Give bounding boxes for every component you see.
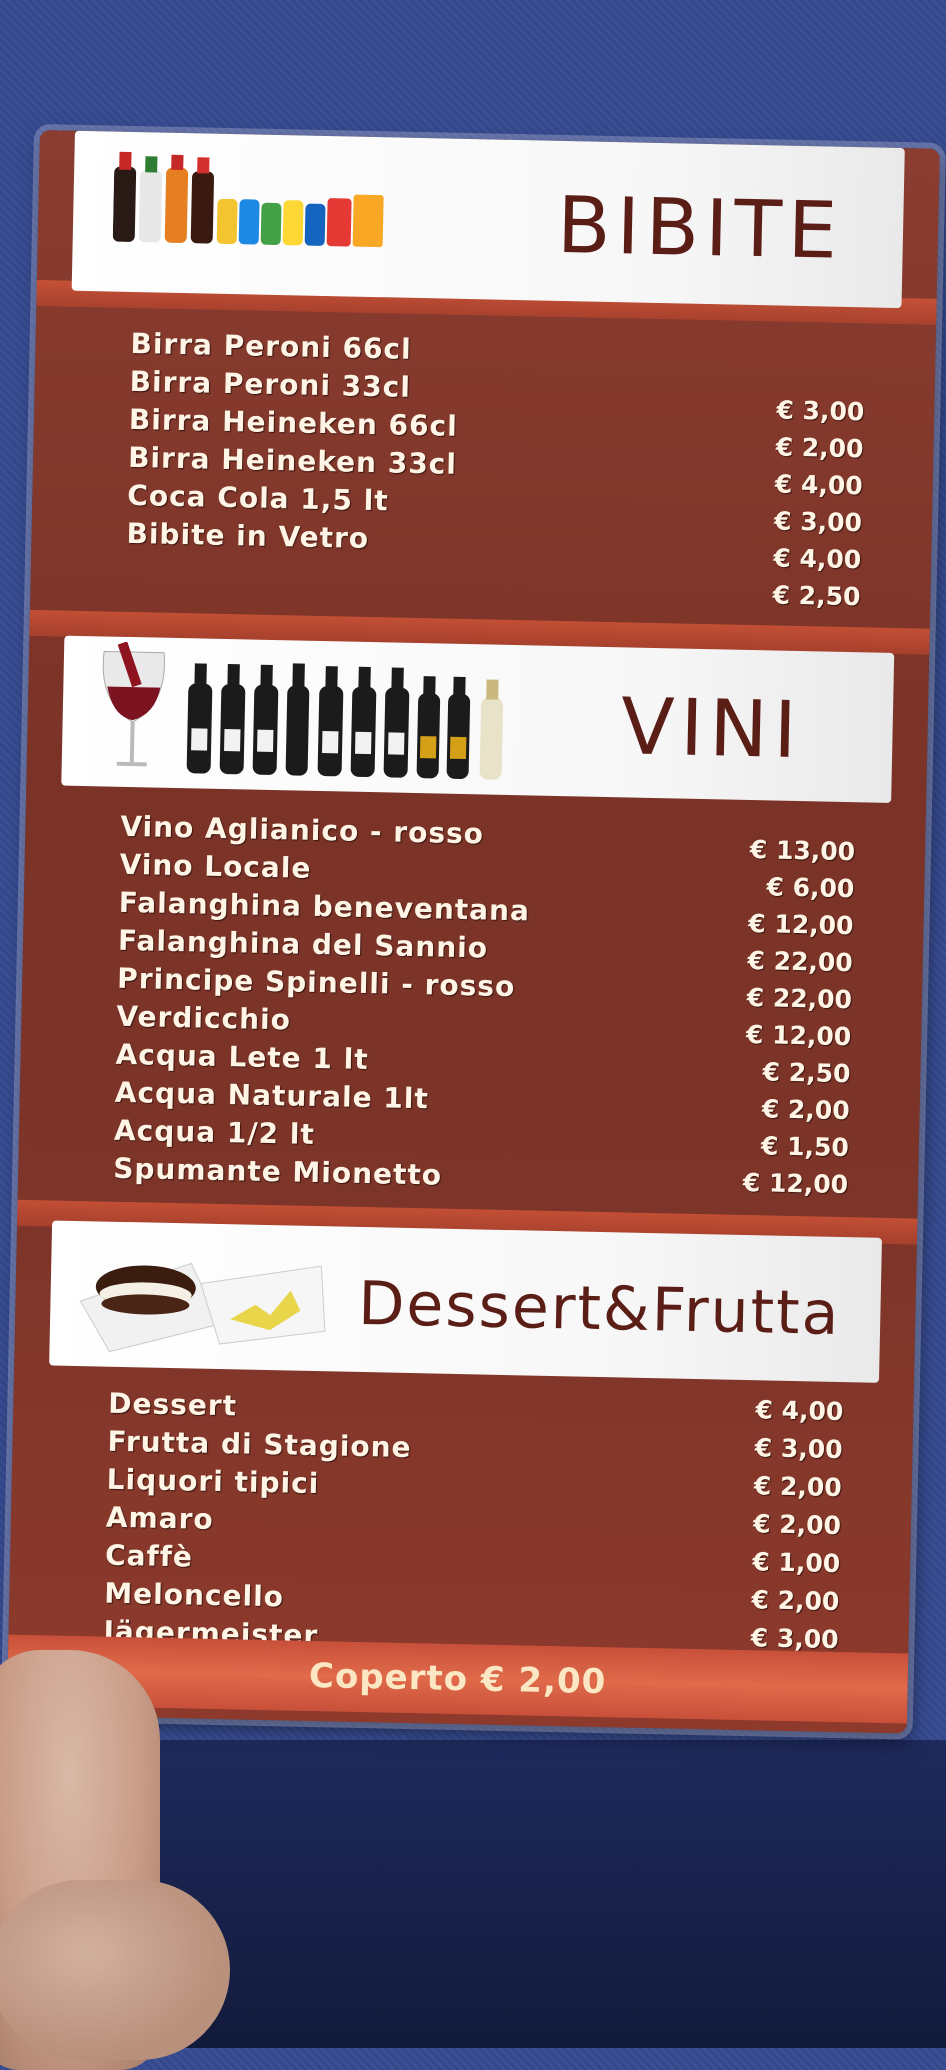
menu-item-price: € 2,50 bbox=[762, 1057, 851, 1089]
menu-item-name: Amaro bbox=[105, 1500, 215, 1536]
menu-item-name: Liquori tipici bbox=[106, 1462, 320, 1501]
section-header-bibite: BIBITE bbox=[71, 130, 905, 309]
menu-item-name: Dessert bbox=[108, 1386, 238, 1423]
menu-item-price: € 22,00 bbox=[746, 982, 853, 1015]
menu-item-price: € 2,50 bbox=[772, 580, 861, 612]
section-title-bibite: BIBITE bbox=[556, 180, 844, 277]
bibite-list: Birra Peroni 66cl Birra Peroni 33cl Birr… bbox=[126, 327, 866, 611]
menu-item-name: Birra Peroni 66cl bbox=[130, 326, 413, 366]
menu-item-price: € 3,00 bbox=[750, 1623, 839, 1655]
menu-item-price: € 4,00 bbox=[774, 469, 864, 501]
menu-item-price: € 2,00 bbox=[753, 1471, 843, 1503]
section-header-vini: VINI bbox=[61, 635, 895, 803]
menu-item-name: Bibite in Vetro bbox=[126, 516, 370, 555]
menu-item-price: € 4,00 bbox=[773, 543, 862, 575]
menu-item-price: € 3,00 bbox=[754, 1433, 843, 1465]
menu-item-price: € 6,00 bbox=[766, 872, 855, 904]
menu-item-name: Verdicchio bbox=[116, 999, 292, 1037]
menu-item-price: € 12,00 bbox=[745, 1019, 852, 1052]
menu-item-name: Acqua 1/2 lt bbox=[113, 1113, 316, 1151]
menu-item-name: Caffè bbox=[104, 1538, 194, 1574]
menu-item-price: € 1,00 bbox=[752, 1547, 841, 1579]
menu-item-name: Meloncello bbox=[104, 1576, 285, 1614]
menu-item-name: Vino Locale bbox=[119, 847, 312, 885]
menu-item-name: Vino Aglianico - rosso bbox=[120, 809, 485, 851]
section-title-vini: VINI bbox=[619, 682, 804, 777]
section-title-dessert: Dessert&Frutta bbox=[357, 1268, 842, 1350]
menu-item-name: Principe Spinelli - rosso bbox=[116, 961, 516, 1004]
wine-glass-and-bottles-image bbox=[102, 641, 504, 780]
section-header-dessert: Dessert&Frutta bbox=[49, 1220, 882, 1383]
menu-item-price: € 2,00 bbox=[752, 1509, 842, 1541]
soft-drink-bottles-image bbox=[112, 151, 384, 248]
menu-item-name: Falanghina beneventana bbox=[118, 885, 531, 928]
menu-item-price: € 2,00 bbox=[775, 432, 864, 464]
menu-item-price: € 12,00 bbox=[742, 1167, 849, 1200]
menu-item-price: € 2,00 bbox=[751, 1585, 840, 1617]
menu-item-name: Frutta di Stagione bbox=[107, 1424, 412, 1465]
vini-list: Vino Aglianico - rosso Vino Locale Falan… bbox=[113, 810, 856, 1199]
menu-card: BIBITE Birra Peroni 66cl Birra Peroni 33… bbox=[6, 130, 940, 1734]
menu-item-price: € 22,00 bbox=[747, 946, 854, 978]
menu-item-price: € 3,00 bbox=[776, 395, 865, 427]
menu-item-name: Birra Heineken 66cl bbox=[128, 402, 459, 443]
dessert-list: Dessert Frutta di Stagione Liquori tipic… bbox=[103, 1387, 843, 1654]
menu-item-name: Acqua Naturale 1lt bbox=[114, 1075, 430, 1116]
menu-item-price: € 12,00 bbox=[748, 909, 854, 941]
menu-item-name: Falanghina del Sannio bbox=[117, 923, 489, 965]
menu-item-name: Birra Heineken 33cl bbox=[127, 440, 458, 481]
menu-item-price: € 3,00 bbox=[773, 506, 863, 538]
dessert-plate-image bbox=[79, 1262, 326, 1353]
menu-item-name: Coca Cola 1,5 lt bbox=[127, 478, 390, 518]
menu-item-price: € 4,00 bbox=[755, 1395, 844, 1427]
menu-item-price: € 2,00 bbox=[761, 1094, 850, 1126]
menu-item-name: Acqua Lete 1 lt bbox=[115, 1037, 370, 1077]
menu-item-price: € 1,50 bbox=[760, 1131, 850, 1163]
menu-item-name: Birra Peroni 33cl bbox=[129, 364, 412, 404]
finger bbox=[0, 1880, 230, 2060]
menu-item-price: € 13,00 bbox=[749, 835, 856, 867]
menu-item-name: Spumante Mionetto bbox=[112, 1151, 443, 1192]
